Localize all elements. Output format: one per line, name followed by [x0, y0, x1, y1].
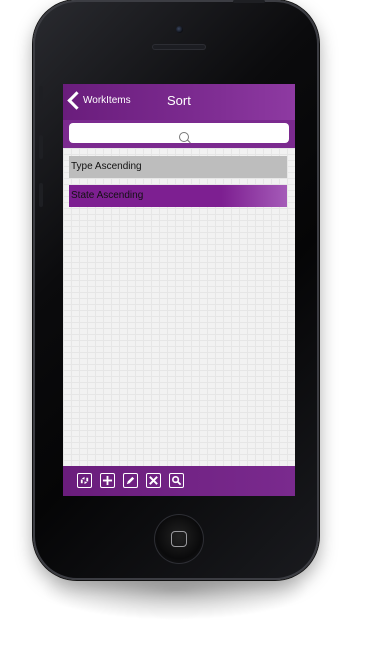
magnifier-icon	[172, 476, 182, 486]
edit-icon	[126, 476, 135, 485]
front-camera	[176, 26, 183, 33]
sort-option-state-ascending[interactable]: State Ascending	[69, 185, 287, 207]
volume-up-button	[39, 135, 43, 159]
search-button[interactable]	[169, 473, 184, 488]
back-button-label: WorkItems	[83, 95, 131, 106]
refresh-icon	[80, 476, 89, 485]
sort-option-type-ascending[interactable]: Type Ascending	[69, 156, 287, 178]
delete-icon	[149, 476, 158, 485]
page-title: Sort	[167, 93, 191, 108]
earpiece-speaker	[152, 44, 206, 50]
add-icon	[102, 475, 113, 486]
app-screen: WorkItems Sort Type Ascending State Asce…	[63, 84, 295, 496]
mute-switch	[39, 86, 43, 106]
sort-option-label: Type Ascending	[71, 161, 142, 172]
sort-options-list: Type Ascending State Ascending	[63, 148, 295, 466]
bottom-toolbar	[63, 466, 295, 496]
volume-down-button	[39, 183, 43, 207]
add-button[interactable]	[100, 473, 115, 488]
edit-button[interactable]	[123, 473, 138, 488]
delete-button[interactable]	[146, 473, 161, 488]
search-icon	[179, 132, 189, 142]
power-button	[233, 0, 265, 3]
search-input[interactable]	[69, 123, 289, 143]
home-square-icon	[171, 531, 187, 547]
sort-option-label: State Ascending	[71, 190, 144, 201]
home-button[interactable]	[154, 514, 204, 564]
navigation-bar: WorkItems Sort	[63, 84, 295, 120]
refresh-button[interactable]	[77, 473, 92, 488]
search-bar	[63, 120, 295, 148]
